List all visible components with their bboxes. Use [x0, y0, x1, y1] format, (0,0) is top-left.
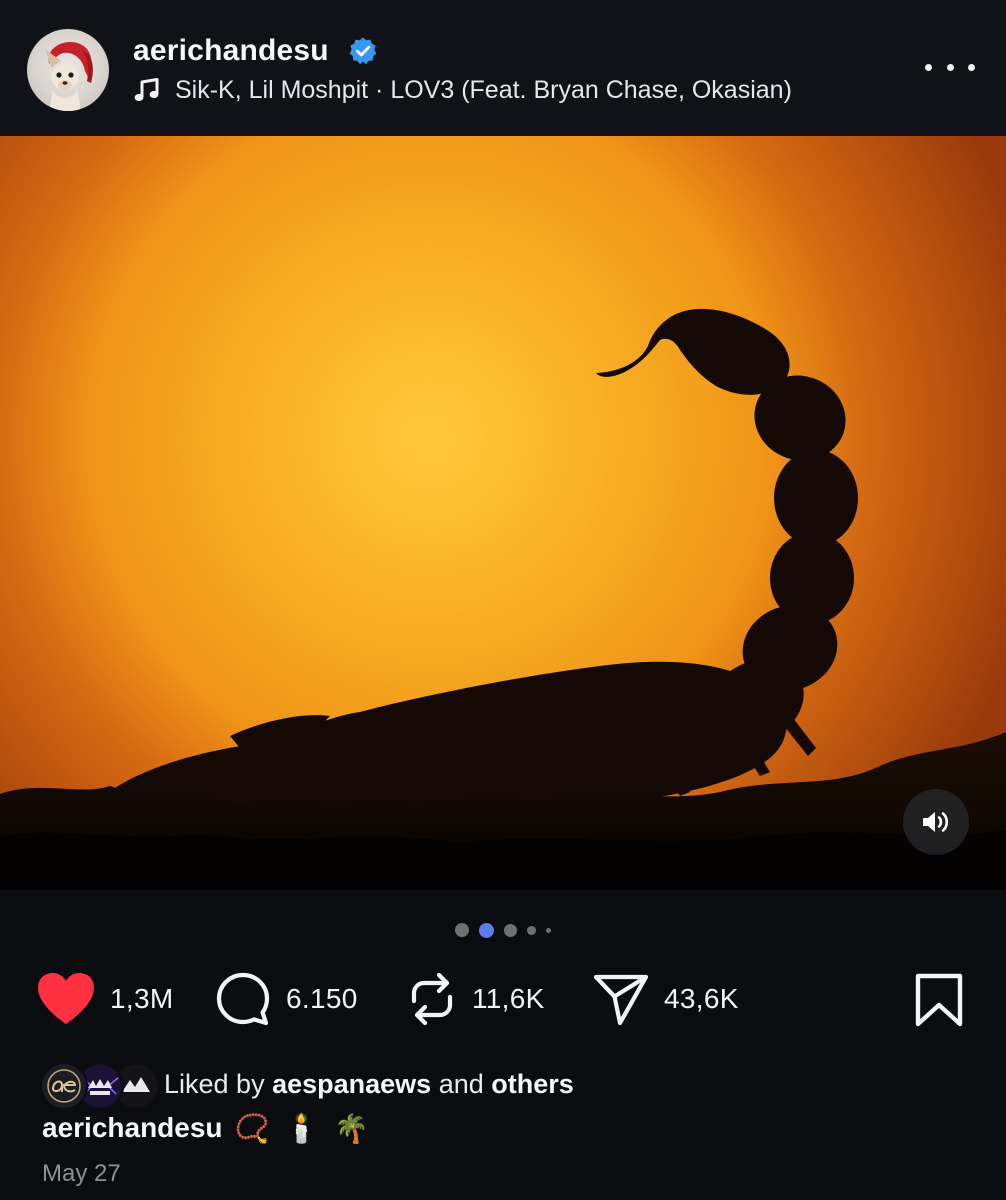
liker-avatar: [40, 1062, 88, 1110]
scorpion-sunset-image: [0, 136, 1006, 890]
more-dot-icon: [946, 63, 954, 71]
music-track-text: Sik-K, Lil Moshpit · LOV3 (Feat. Bryan C…: [175, 75, 792, 104]
carousel-indicator: [0, 918, 1006, 942]
share-button[interactable]: 43,6K: [592, 966, 739, 1032]
post-date: May 27: [42, 1160, 121, 1187]
repost-button[interactable]: 11,6K: [406, 966, 545, 1032]
action-bar: 1,3M 6.150 11,6K 43,6K: [0, 966, 1006, 1032]
repost-arrows-icon: [411, 972, 453, 1026]
liked-by-row: Liked by aespanaews and others: [40, 1060, 574, 1110]
more-options-button[interactable]: [925, 52, 975, 82]
post-media[interactable]: [0, 136, 1006, 890]
music-attribution[interactable]: Sik-K, Lil Moshpit · LOV3 (Feat. Bryan C…: [133, 74, 792, 106]
comment-bubble-icon: [216, 972, 270, 1026]
like-button[interactable]: 1,3M: [36, 966, 173, 1032]
username[interactable]: aerichandesu: [133, 34, 329, 68]
caption-emojis: 📿 🕯️ 🌴: [235, 1112, 375, 1145]
share-count: 43,6K: [664, 983, 739, 1014]
carousel-dot-active: [479, 922, 494, 938]
liked-by-conjunction: and: [438, 1068, 484, 1099]
carousel-dot: [455, 923, 469, 937]
music-note-icon: [134, 78, 159, 102]
post-caption: aerichandesu 📿 🕯️ 🌴: [42, 1106, 375, 1150]
send-paper-plane-icon: [593, 974, 649, 1026]
liked-by-user-link[interactable]: aespanaews: [272, 1069, 431, 1099]
caption-username[interactable]: aerichandesu: [42, 1112, 223, 1144]
bookmark-icon: [915, 973, 963, 1027]
like-count: 1,3M: [110, 983, 174, 1014]
liked-by-text: Liked by aespanaews and others: [164, 1069, 574, 1100]
profile-avatar[interactable]: [27, 29, 109, 111]
sound-toggle-button[interactable]: [903, 789, 969, 855]
prayer-beads-emoji: 📿: [234, 1111, 270, 1145]
carousel-dot: [546, 927, 551, 933]
repost-count: 11,6K: [472, 983, 545, 1014]
verified-badge-icon: [349, 37, 377, 65]
post-header: aerichandesu Sik-K, Lil Moshpit · LOV3 (…: [0, 0, 1006, 136]
carousel-dot: [527, 925, 536, 935]
candle-emoji: 🕯️: [284, 1111, 320, 1145]
liked-by-others-link[interactable]: others: [491, 1069, 574, 1099]
heart-filled-icon: [38, 973, 94, 1024]
ae-logo-icon: [47, 1069, 81, 1103]
liked-by-prefix: Liked by: [164, 1068, 265, 1099]
liker-avatars[interactable]: [40, 1060, 160, 1110]
chihuahua-avatar-image: [45, 41, 93, 111]
more-dot-icon: [968, 63, 975, 71]
speaker-on-icon: [923, 812, 949, 832]
comment-button[interactable]: 6.150: [214, 966, 358, 1032]
carousel-dot: [504, 923, 517, 937]
more-dot-icon: [925, 63, 932, 71]
comment-count: 6.150: [286, 983, 358, 1014]
save-button[interactable]: [912, 972, 966, 1028]
palm-tree-emoji: 🌴: [334, 1111, 369, 1145]
